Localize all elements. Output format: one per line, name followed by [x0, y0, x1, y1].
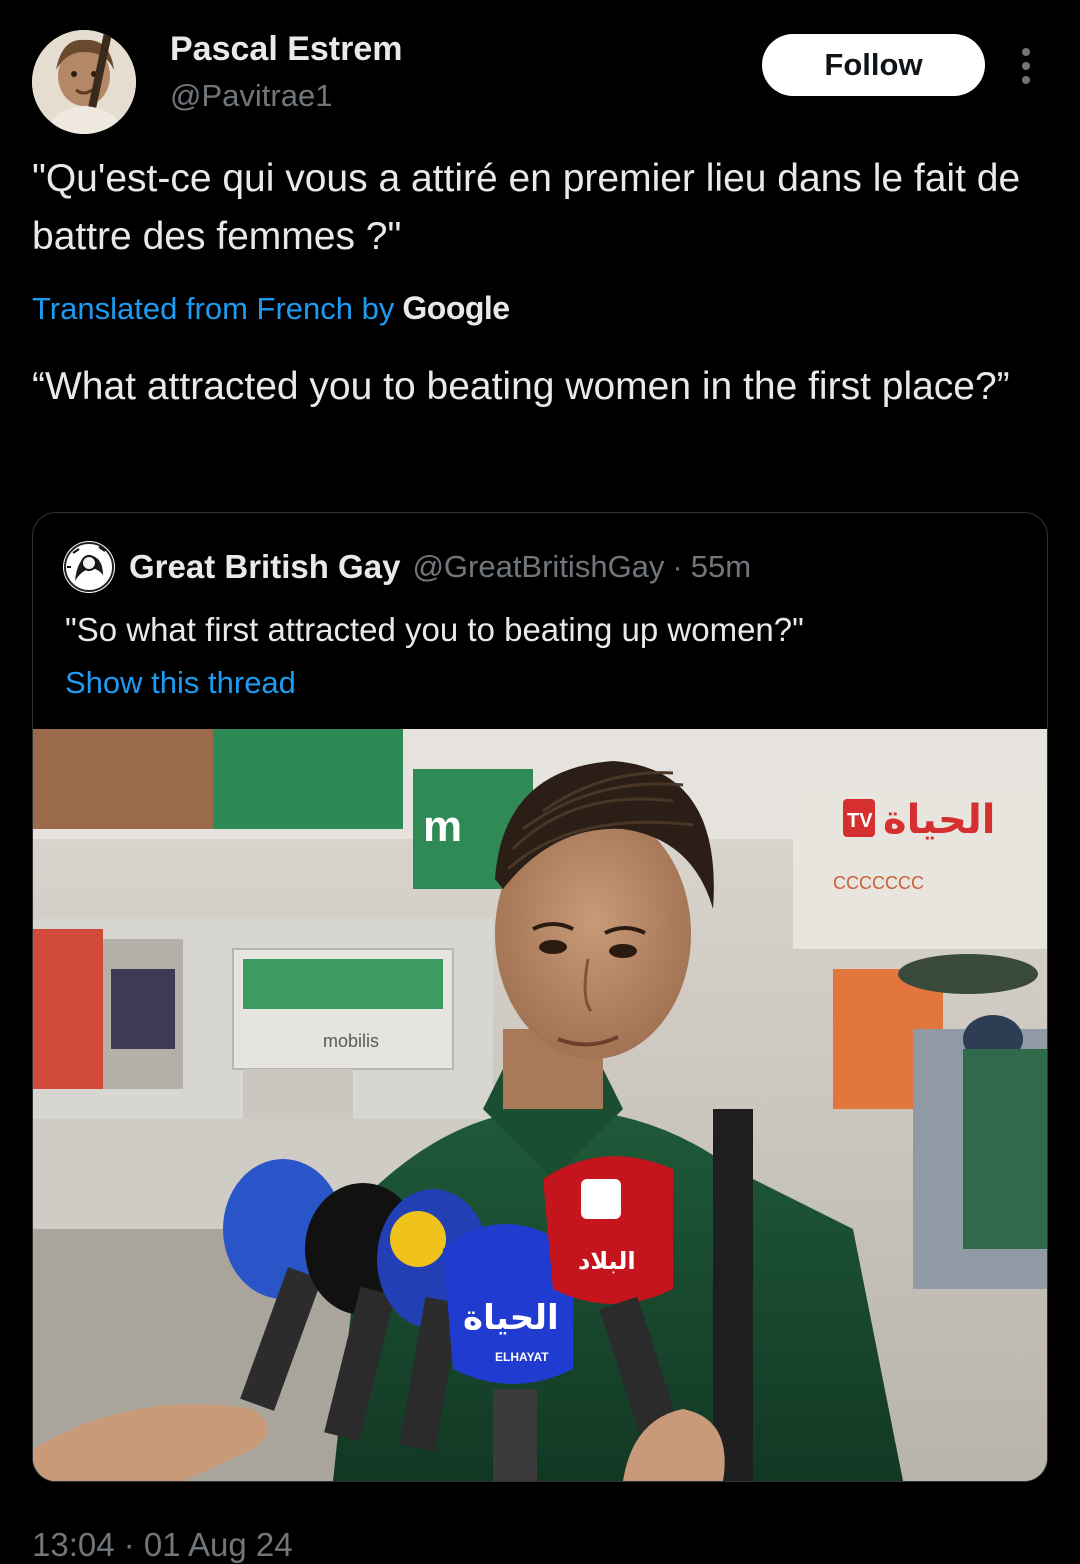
- store-logo-text: m: [423, 802, 462, 851]
- svg-text:الحياة: الحياة: [883, 797, 996, 843]
- translation-attribution: Translated from French by Google: [32, 290, 510, 327]
- show-thread-link[interactable]: Show this thread: [65, 665, 296, 701]
- quoted-author-name[interactable]: Great British Gay: [129, 548, 400, 586]
- tweet-header: Pascal Estrem @Pavitrae1 Follow: [32, 28, 1048, 134]
- translated-text: “What attracted you to beating women in …: [32, 365, 1010, 408]
- svg-text:البلاد: البلاد: [578, 1247, 636, 1275]
- svg-text:TV: TV: [847, 810, 873, 832]
- interview-photo: m mobilis TV الحياة CCCCCCC الحياة ELHAY…: [33, 729, 1047, 1481]
- follow-button[interactable]: Follow: [762, 34, 985, 96]
- author-handle[interactable]: @Pavitrae1: [170, 78, 332, 114]
- author-avatar[interactable]: [32, 30, 136, 134]
- quoted-tweet-header: Great British Gay @GreatBritishGay · 55m: [63, 541, 751, 593]
- more-vertical-icon[interactable]: [1012, 46, 1040, 86]
- quoted-author-avatar[interactable]: [63, 541, 115, 593]
- translated-from-link[interactable]: Translated from French by: [32, 291, 394, 327]
- quoted-media-image[interactable]: m mobilis TV الحياة CCCCCCC الحياة ELHAY…: [33, 729, 1047, 1481]
- tweet-timestamp[interactable]: 13:04 · 01 Aug 24: [32, 1526, 293, 1564]
- tweet-text: "Qu'est-ce qui vous a attiré en premier …: [32, 157, 1021, 258]
- store-sign-text: mobilis: [323, 1031, 379, 1051]
- quoted-time[interactable]: 55m: [691, 549, 751, 585]
- separator-dot: ·: [672, 549, 683, 584]
- svg-text:ELHAYAT: ELHAYAT: [495, 1350, 549, 1364]
- svg-text:CCCCCCC: CCCCCCC: [833, 873, 924, 893]
- profile-photo: [32, 30, 136, 134]
- author-name[interactable]: Pascal Estrem: [170, 30, 403, 69]
- quoted-author-handle[interactable]: @GreatBritishGay: [412, 549, 664, 585]
- svg-text:الحياة: الحياة: [463, 1298, 559, 1338]
- google-logo: Google: [402, 290, 510, 326]
- quoted-tweet-card[interactable]: Great British Gay @GreatBritishGay · 55m…: [32, 512, 1048, 1482]
- quoted-tweet-text: "So what first attracted you to beating …: [65, 611, 804, 648]
